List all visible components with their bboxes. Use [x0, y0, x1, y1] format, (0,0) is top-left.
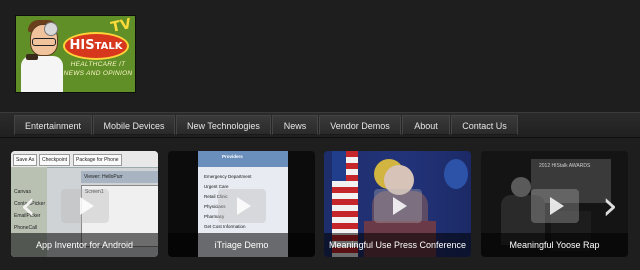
- video-title: Meaningful Use Press Conference: [324, 233, 471, 257]
- list-item: Get Cost Information: [204, 224, 246, 229]
- nav-about[interactable]: About: [402, 115, 450, 135]
- histalk-tv-logo[interactable]: HISTALK TV HEALTHCARE IT NEWS AND OPINIO…: [15, 15, 136, 93]
- video-title: iTriage Demo: [168, 233, 315, 257]
- logo-wordmark: HISTALK: [63, 32, 129, 60]
- logo-talk: TALK: [94, 41, 123, 52]
- nav-mobile-devices[interactable]: Mobile Devices: [93, 115, 175, 135]
- video-thumbnail-press-conference[interactable]: Meaningful Use Press Conference: [324, 151, 471, 257]
- nav-vendor-demos[interactable]: Vendor Demos: [319, 115, 401, 135]
- video-thumbnail-yoose-rap[interactable]: 2012 HIStalk AWARDS › Meaningful Yoose R…: [481, 151, 628, 257]
- play-icon[interactable]: [60, 189, 109, 223]
- glasses-icon: [32, 38, 56, 46]
- play-icon[interactable]: [373, 189, 422, 223]
- play-icon[interactable]: [217, 189, 266, 223]
- video-title: Meaningful Yoose Rap: [481, 233, 628, 257]
- us-flag-canton: [332, 151, 346, 181]
- nav-contact-us[interactable]: Contact Us: [451, 115, 518, 135]
- logo-tagline-2: NEWS AND OPINION: [63, 70, 133, 77]
- viewer-label: Viewer: HelloPurr: [84, 174, 123, 180]
- video-thumbnail-app-inventor[interactable]: Save As Checkpoint Package for Phone Can…: [11, 151, 158, 257]
- viewer-header: Viewer: HelloPurr: [81, 171, 158, 183]
- nav-entertainment[interactable]: Entertainment: [14, 115, 92, 135]
- awards-banner: 2012 HIStalk AWARDS: [539, 163, 591, 169]
- checkpoint-label: Checkpoint: [39, 154, 71, 166]
- nav-new-technologies[interactable]: New Technologies: [176, 115, 271, 135]
- play-icon[interactable]: [530, 189, 579, 223]
- phone-screen-header: Providers: [198, 151, 288, 167]
- logo-tv: TV: [109, 16, 133, 36]
- logo-tagline-1: HEALTHCARE IT: [70, 61, 126, 68]
- head-mirror-icon: [44, 22, 58, 36]
- logo-his: HIS: [69, 38, 95, 53]
- performer-head: [511, 177, 531, 197]
- package-label: Package for Phone: [73, 154, 122, 166]
- app-inventor-toolbar: Save As Checkpoint Package for Phone: [11, 151, 158, 168]
- carousel-prev-arrow[interactable]: ‹: [17, 186, 39, 226]
- main-navigation: Entertainment Mobile Devices New Technol…: [0, 112, 640, 138]
- agency-seal: [444, 159, 468, 189]
- video-thumbnail-itriage[interactable]: Providers Emergency Department Urgent Ca…: [168, 151, 315, 257]
- carousel-next-arrow[interactable]: ›: [599, 186, 621, 226]
- logo-character-body: [21, 56, 63, 92]
- providers-label: Providers: [222, 154, 243, 159]
- save-as-label: Save As: [13, 154, 38, 166]
- video-title: App Inventor for Android: [11, 233, 158, 257]
- nav-news[interactable]: News: [272, 115, 318, 135]
- pipe-icon: [26, 54, 38, 60]
- list-item: Emergency Department: [204, 174, 252, 179]
